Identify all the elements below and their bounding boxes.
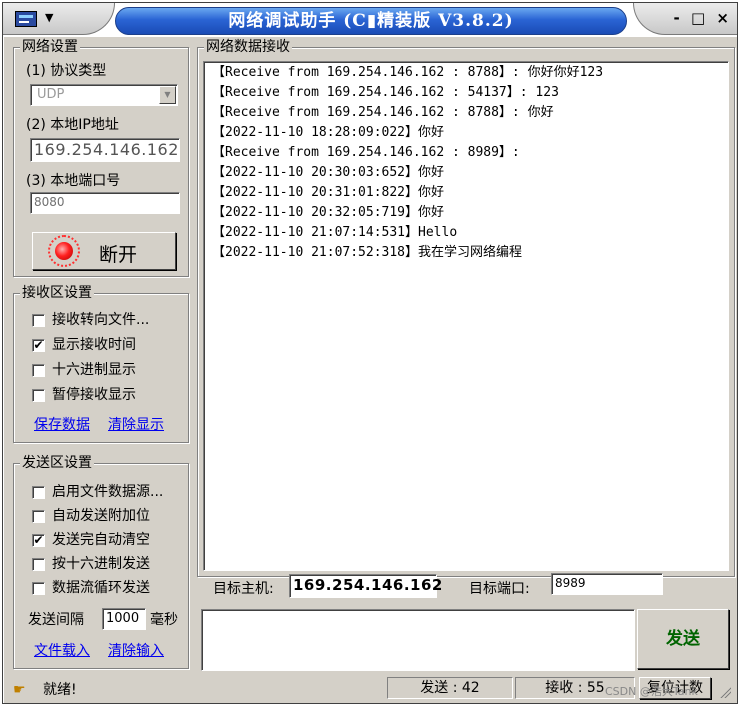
send-textarea[interactable] <box>201 609 635 671</box>
send-interval-label: 发送间隔 <box>28 612 84 628</box>
network-settings-group: 网络设置 (1) 协议类型 UDP ▼ (2) 本地IP地址 169.254.1… <box>13 38 189 277</box>
local-port-label: (3) 本地端口号 <box>26 173 121 189</box>
local-port-value: 8080 <box>34 195 65 209</box>
log-line: 【2022-11-10 20:30:03:652】你好 <box>212 165 445 180</box>
pointing-hand-icon: ☛ <box>13 682 26 698</box>
send-settings-group: 发送区设置 启用文件数据源... 自动发送附加位 ✔ 发送完自动清空 按十六进制… <box>13 454 189 669</box>
hex-send-label[interactable]: 按十六进制发送 <box>52 555 150 573</box>
watermark: CSDN @浩大Tank <box>605 685 698 698</box>
auto-clear-label[interactable]: 发送完自动清空 <box>52 531 150 549</box>
target-host-input[interactable]: 169.254.146.162 <box>289 574 442 598</box>
send-button-label: 发送 <box>666 629 700 649</box>
auto-append-label[interactable]: 自动发送附加位 <box>52 507 150 525</box>
window-controls: - □ × <box>633 3 737 35</box>
app-icon[interactable] <box>15 11 37 27</box>
send-interval-value: 1000 <box>106 611 140 626</box>
sent-count: 发送 : 42 <box>387 677 513 699</box>
local-ip-label: (2) 本地IP地址 <box>26 117 119 133</box>
clear-input-link[interactable]: 清除输入 <box>108 642 164 660</box>
target-port-value: 8989 <box>555 576 586 590</box>
network-settings-title: 网络设置 <box>20 38 80 56</box>
show-recv-time-checkbox[interactable]: ✔ <box>32 339 45 352</box>
recv-to-file-label[interactable]: 接收转向文件... <box>52 311 149 329</box>
target-port-input[interactable]: 8989 <box>551 573 663 595</box>
target-host-value: 169.254.146.162 <box>293 576 443 594</box>
receive-settings-group: 接收区设置 接收转向文件... ✔ 显示接收时间 十六进制显示 暂停接收显示 保… <box>13 284 189 443</box>
maximize-button[interactable]: □ <box>691 9 705 27</box>
send-interval-input[interactable]: 1000 <box>102 608 146 630</box>
pause-display-label[interactable]: 暂停接收显示 <box>52 386 136 404</box>
target-port-label: 目标端口: <box>469 581 530 597</box>
auto-clear-checkbox[interactable]: ✔ <box>32 534 45 547</box>
receive-area-title: 网络数据接收 <box>204 38 292 56</box>
hex-send-checkbox[interactable] <box>32 558 45 571</box>
local-port-field[interactable]: 8080 <box>30 192 180 214</box>
log-line: 【Receive from 169.254.146.162 : 8788】: 你… <box>212 105 554 120</box>
red-led-icon <box>55 242 73 260</box>
protocol-select[interactable]: UDP ▼ <box>30 84 178 106</box>
receive-settings-title: 接收区设置 <box>20 284 94 302</box>
send-button[interactable]: 发送 <box>637 609 729 669</box>
send-settings-title: 发送区设置 <box>20 454 94 472</box>
log-line: 【Receive from 169.254.146.162 : 8989】: <box>212 145 520 160</box>
local-ip-field[interactable]: 169.254.146.162 <box>30 138 180 162</box>
log-line: 【2022-11-10 20:31:01:822】你好 <box>212 185 445 200</box>
protocol-value: UDP <box>37 87 65 102</box>
hex-display-label[interactable]: 十六进制显示 <box>52 361 136 379</box>
auto-append-checkbox[interactable] <box>32 510 45 523</box>
protocol-label: (1) 协议类型 <box>26 63 107 79</box>
clear-display-link[interactable]: 清除显示 <box>108 416 164 434</box>
file-source-label[interactable]: 启用文件数据源... <box>52 483 163 501</box>
save-data-link[interactable]: 保存数据 <box>34 416 90 434</box>
log-line: 【2022-11-10 21:07:14:531】Hello <box>212 225 458 240</box>
close-button[interactable]: × <box>716 9 729 27</box>
log-line: 【2022-11-10 20:32:05:719】你好 <box>212 205 445 220</box>
recv-to-file-checkbox[interactable] <box>32 314 45 327</box>
receive-textarea[interactable]: 【Receive from 169.254.146.162 : 8788】: 你… <box>203 61 729 571</box>
system-menu[interactable]: ▼ <box>3 3 115 35</box>
loop-send-label[interactable]: 数据流循环发送 <box>52 579 150 597</box>
log-line: 【2022-11-10 18:28:09:022】你好 <box>212 125 445 140</box>
log-line: 【Receive from 169.254.146.162 : 54137】: … <box>212 85 559 100</box>
title-bar[interactable]: ▼ 网络调试助手 (C▮精装版 V3.8.2) - □ × <box>3 3 737 37</box>
pause-display-checkbox[interactable] <box>32 389 45 402</box>
show-recv-time-label[interactable]: 显示接收时间 <box>52 336 136 354</box>
local-ip-value: 169.254.146.162 <box>34 140 179 159</box>
file-source-checkbox[interactable] <box>32 486 45 499</box>
chevron-down-icon[interactable]: ▼ <box>45 11 53 24</box>
send-interval-unit: 毫秒 <box>150 612 178 628</box>
minimize-button[interactable]: - <box>674 9 680 27</box>
hex-display-checkbox[interactable] <box>32 364 45 377</box>
window-title: 网络调试助手 (C▮精装版 V3.8.2) <box>115 7 627 35</box>
disconnect-label: 断开 <box>99 244 138 266</box>
target-host-label: 目标主机: <box>213 581 274 597</box>
resize-grip-icon[interactable] <box>719 686 731 698</box>
load-file-link[interactable]: 文件载入 <box>34 642 90 660</box>
loop-send-checkbox[interactable] <box>32 582 45 595</box>
disconnect-button[interactable]: 断开 <box>32 232 176 270</box>
log-line: 【Receive from 169.254.146.162 : 8788】: 你… <box>212 65 604 80</box>
log-line: 【2022-11-10 21:07:52:318】我在学习网络编程 <box>212 245 523 260</box>
chevron-down-icon[interactable]: ▼ <box>159 86 176 104</box>
app-window: ▼ 网络调试助手 (C▮精装版 V3.8.2) - □ × 网络设置 (1) 协… <box>2 2 738 704</box>
status-text: 就绪! <box>43 682 77 698</box>
